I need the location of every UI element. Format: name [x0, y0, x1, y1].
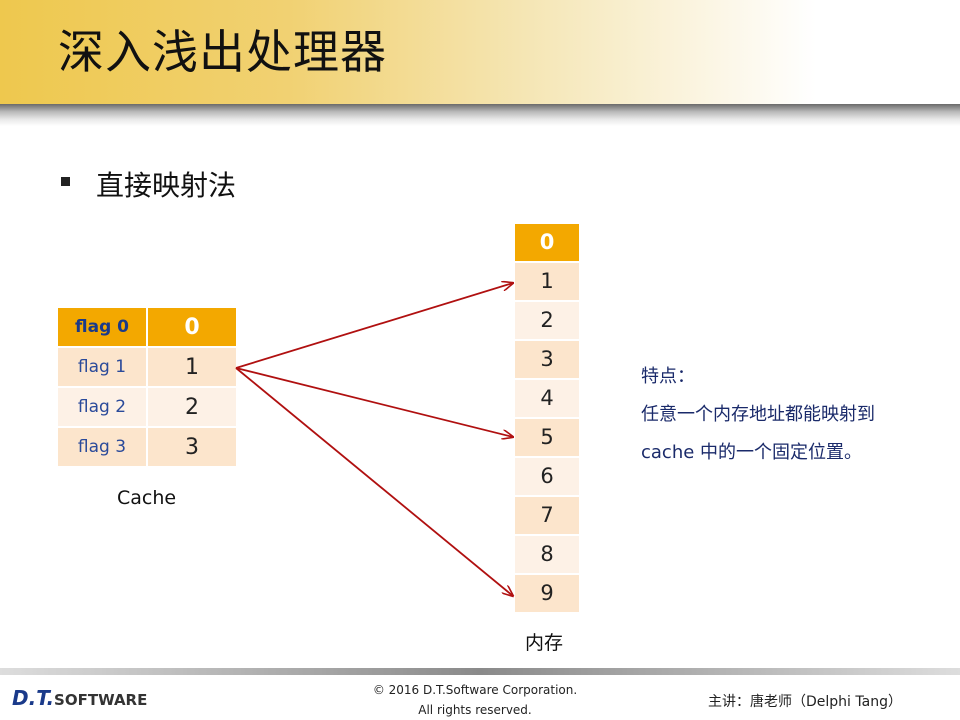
copyright: © 2016 D.T.Software Corporation. All rig… — [330, 680, 620, 720]
note-line: cache 中的一个固定位置。 — [641, 442, 863, 463]
footer-divider — [0, 668, 960, 675]
note-line: 任意一个内存地址都能映射到 — [641, 404, 875, 425]
note-line: 特点： — [641, 366, 695, 387]
logo-soft: SOFTWARE — [54, 691, 148, 709]
copyright-line: © 2016 D.T.Software Corporation. — [372, 683, 578, 697]
lecturer-credit: 主讲：唐老师（Delphi Tang） — [708, 694, 902, 710]
dt-software-logo: D.T.SOFTWARE — [12, 686, 147, 710]
copyright-line: All rights reserved. — [418, 703, 532, 717]
logo-main: D.T. — [12, 686, 55, 710]
feature-note: 特点： 任意一个内存地址都能映射到 cache 中的一个固定位置。 — [641, 358, 875, 472]
mapping-arrow — [235, 283, 513, 369]
